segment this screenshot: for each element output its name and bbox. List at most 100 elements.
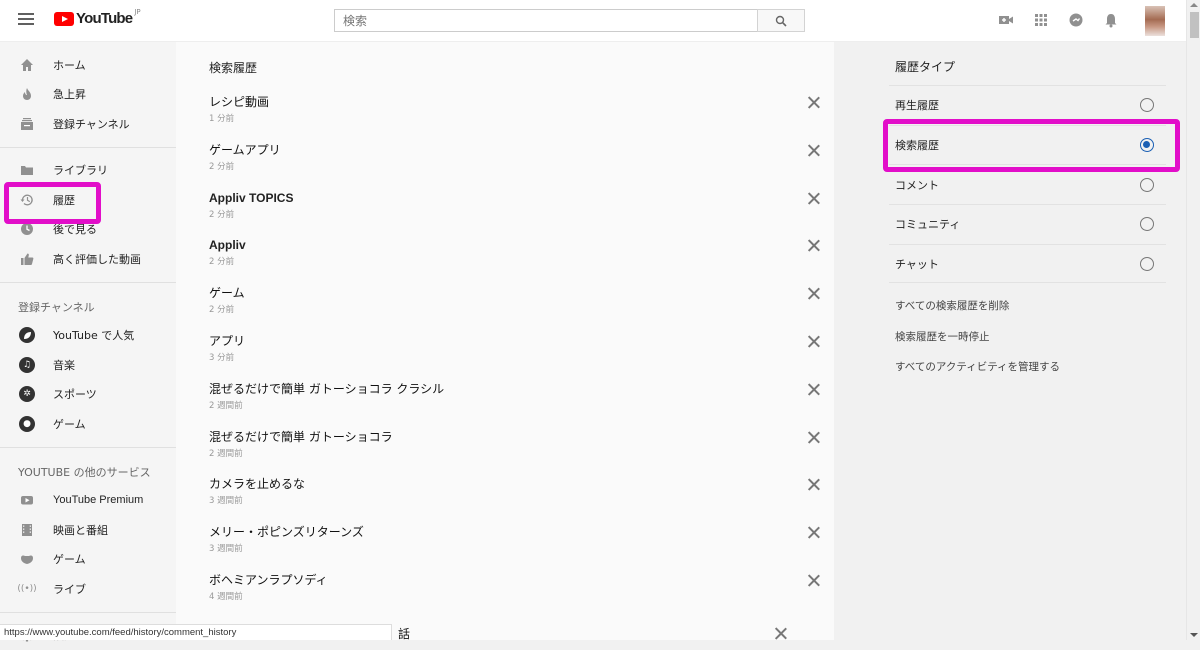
home-icon <box>19 57 35 73</box>
sidebar-item-watch-later[interactable]: 後で見る <box>0 215 176 245</box>
sidebar-label: ライブラリ <box>53 162 108 178</box>
radio-unselected-icon[interactable] <box>1140 257 1154 271</box>
film-icon <box>19 522 35 538</box>
sidebar-label: ゲーム <box>53 416 86 432</box>
history-query[interactable]: メリー・ポピンズリターンズ <box>209 525 829 540</box>
history-item-partial[interactable]: 話 <box>398 625 410 642</box>
remove-item-close-icon[interactable] <box>807 144 821 158</box>
sidebar-channel-gaming[interactable]: ● ゲーム <box>0 409 176 439</box>
sidebar-item-library[interactable]: ライブラリ <box>0 156 176 186</box>
sidebar-item-home[interactable]: ホーム <box>0 50 176 80</box>
history-query[interactable]: Appliv TOPICS <box>209 191 829 206</box>
sidebar-item-movies[interactable]: 映画と番組 <box>0 515 176 545</box>
clear-all-search-history-link[interactable]: すべての検索履歴を削除 <box>895 298 1060 329</box>
history-type-options: 再生履歴検索履歴コメントコミュニティチャット <box>889 85 1166 283</box>
remove-item-close-icon[interactable] <box>807 335 821 349</box>
history-clock-icon <box>19 192 35 208</box>
bell-icon[interactable] <box>1103 12 1119 28</box>
remove-item-close-icon[interactable] <box>807 192 821 206</box>
remove-item-close-icon[interactable] <box>807 478 821 492</box>
apps-grid-icon[interactable] <box>1033 12 1049 28</box>
search-input[interactable] <box>334 9 758 32</box>
remove-item-close-icon[interactable] <box>807 239 821 253</box>
sidebar-item-history[interactable]: 履歴 <box>0 185 176 215</box>
history-type-option[interactable]: 検索履歴 <box>889 125 1166 165</box>
history-query[interactable]: アプリ <box>209 334 829 349</box>
remove-item-close-icon[interactable] <box>807 383 821 397</box>
sidebar-label: ライブ <box>53 581 86 597</box>
menu-icon[interactable] <box>18 13 34 27</box>
search-button[interactable] <box>757 9 805 32</box>
history-type-option[interactable]: コミュニティ <box>889 204 1166 244</box>
video-camera-icon[interactable] <box>998 12 1014 28</box>
remove-item-close-icon[interactable] <box>807 574 821 588</box>
history-time: 2 分前 <box>209 208 829 220</box>
history-time: 2 分前 <box>209 160 829 172</box>
messages-icon[interactable] <box>1068 12 1084 28</box>
history-item[interactable]: ボヘミアンラプソディ4 週間前 <box>209 573 829 621</box>
history-item[interactable]: メリー・ポピンズリターンズ3 週間前 <box>209 525 829 573</box>
history-query[interactable]: ボヘミアンラプソディ <box>209 573 829 588</box>
scroll-thumb[interactable] <box>1190 12 1199 38</box>
history-query[interactable]: 混ぜるだけで簡単 ガトーショコラ <box>209 430 829 445</box>
history-time: 2 週間前 <box>209 399 829 411</box>
sidebar-item-live[interactable]: ((•)) ライブ <box>0 574 176 604</box>
page-title: 検索履歴 <box>209 59 257 76</box>
pause-search-history-link[interactable]: 検索履歴を一時停止 <box>895 329 1060 360</box>
remove-item-close-icon[interactable] <box>807 526 821 540</box>
sidebar-item-subscriptions[interactable]: 登録チャンネル <box>0 109 176 139</box>
history-item[interactable]: レシピ動画1 分前 <box>209 95 829 143</box>
sidebar-label: 登録チャンネル <box>53 116 130 132</box>
history-item[interactable]: 混ぜるだけで簡単 ガトーショコラ 2 週間前 <box>209 430 829 478</box>
youtube-logo[interactable]: YouTube JP <box>54 10 141 27</box>
history-query[interactable]: レシピ動画 <box>209 95 829 110</box>
history-type-option[interactable]: 再生履歴 <box>889 85 1166 125</box>
sidebar-channel-sports[interactable]: ✲ スポーツ <box>0 380 176 410</box>
remove-item-close-icon[interactable] <box>807 287 821 301</box>
radio-unselected-icon[interactable] <box>1140 98 1154 112</box>
history-query[interactable]: Appliv <box>209 238 829 253</box>
live-broadcast-icon: ((•)) <box>19 581 35 597</box>
history-query[interactable]: カメラを止めるな <box>209 477 829 492</box>
history-type-option[interactable]: チャット <box>889 244 1166 284</box>
sidebar-item-premium[interactable]: YouTube Premium <box>0 486 176 516</box>
sidebar-item-trending[interactable]: 急上昇 <box>0 80 176 110</box>
remove-item-close-icon[interactable] <box>807 96 821 110</box>
radio-selected-icon[interactable] <box>1140 138 1154 152</box>
history-time: 2 週間前 <box>209 447 829 459</box>
history-item[interactable]: 混ぜるだけで簡単 ガトーショコラ クラシル 2 週間前 <box>209 382 829 430</box>
sidebar-channel-popular[interactable]: YouTube で人気 <box>0 321 176 351</box>
sidebar-label: YouTube Premium <box>53 494 143 506</box>
history-query[interactable]: ゲームアプリ <box>209 143 829 158</box>
scroll-down-arrow-icon[interactable] <box>1190 633 1198 637</box>
history-item[interactable]: ゲーム2 分前 <box>209 286 829 334</box>
sidebar-divider <box>0 282 176 283</box>
page-scrollbar[interactable] <box>1186 0 1200 640</box>
sidebar-channel-music[interactable]: ♫ 音楽 <box>0 350 176 380</box>
history-item[interactable]: Appliv 2 分前 <box>209 238 829 286</box>
radio-unselected-icon[interactable] <box>1140 178 1154 192</box>
history-item[interactable]: ゲームアプリ 2 分前 <box>209 143 829 191</box>
more-services-heading: YOUTUBE の他のサービス <box>0 456 176 486</box>
sidebar-label: ゲーム <box>53 551 86 567</box>
account-avatar[interactable] <box>1145 6 1165 36</box>
radio-unselected-icon[interactable] <box>1140 217 1154 231</box>
remove-item-close-icon[interactable] <box>774 627 788 641</box>
sidebar-divider <box>0 447 176 448</box>
manage-all-activity-link[interactable]: すべてのアクティビティを管理する <box>895 359 1060 390</box>
sidebar-label: 履歴 <box>53 192 75 208</box>
history-type-label: 検索履歴 <box>895 137 939 153</box>
remove-item-close-icon[interactable] <box>807 431 821 445</box>
sidebar-item-gaming[interactable]: ゲーム <box>0 545 176 575</box>
sidebar-item-liked-videos[interactable]: 高く評価した動画 <box>0 244 176 274</box>
history-type-option[interactable]: コメント <box>889 164 1166 204</box>
history-item[interactable]: カメラを止めるな3 週間前 <box>209 477 829 525</box>
watch-later-icon <box>19 221 35 237</box>
history-item[interactable]: アプリ 3 分前 <box>209 334 829 382</box>
history-query[interactable]: 混ぜるだけで簡単 ガトーショコラ クラシル <box>209 382 829 397</box>
history-item[interactable]: Appliv TOPICS 2 分前 <box>209 191 829 239</box>
history-time: 3 分前 <box>209 351 829 363</box>
scroll-up-arrow-icon[interactable] <box>1190 3 1198 7</box>
history-query[interactable]: ゲーム <box>209 286 829 301</box>
history-time: 2 分前 <box>209 255 829 267</box>
